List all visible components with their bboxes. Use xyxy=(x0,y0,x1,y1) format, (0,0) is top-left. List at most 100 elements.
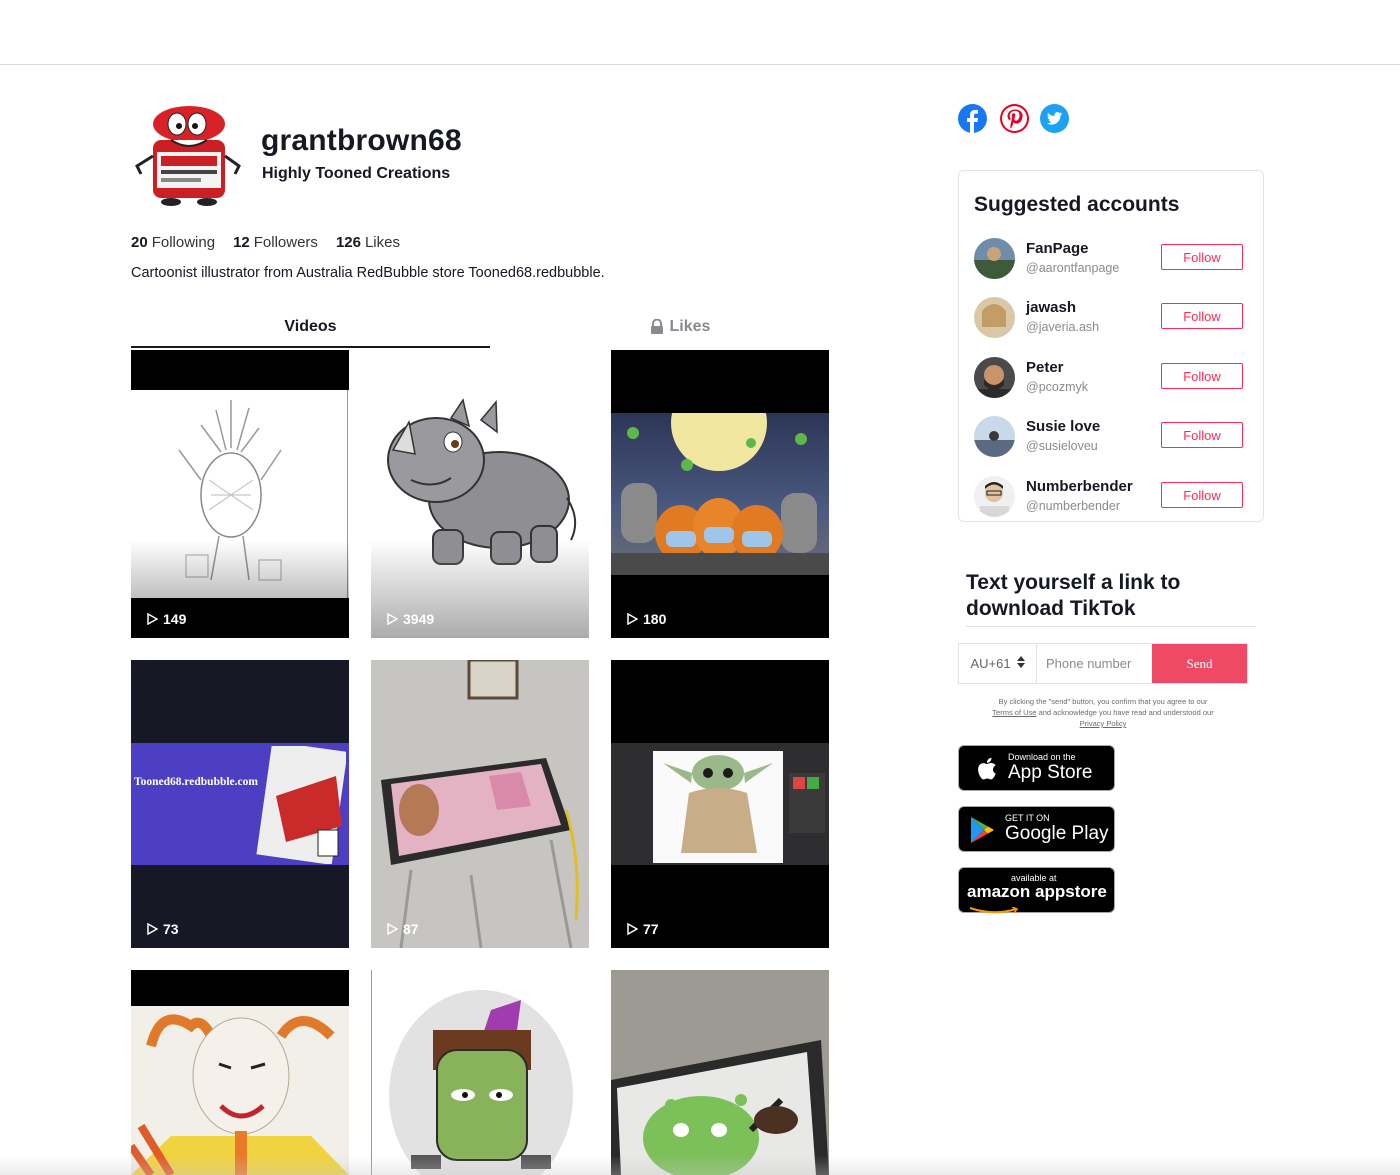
suggested-account[interactable]: Peter @pcozmyk Follow xyxy=(974,356,1250,400)
amazon-big-text: amazon appstore xyxy=(967,882,1107,901)
account-handle: @susieloveu xyxy=(1026,439,1098,453)
stat-likes-count: 126 xyxy=(335,234,361,251)
follow-button[interactable]: Follow xyxy=(1161,422,1243,448)
avatar[interactable] xyxy=(974,357,1015,398)
bottom-fade xyxy=(0,1155,1400,1175)
country-code-value: AU+61 xyxy=(970,656,1011,671)
play-icon xyxy=(627,923,638,935)
follow-button[interactable]: Follow xyxy=(1161,303,1243,329)
tab-videos[interactable]: Videos xyxy=(131,318,490,348)
video-tile[interactable]: 3949 xyxy=(371,350,589,638)
view-count: 180 xyxy=(643,611,667,627)
phone-number-input[interactable] xyxy=(1037,644,1152,683)
video-tile[interactable]: 149 xyxy=(131,350,349,638)
play-icon xyxy=(387,923,398,935)
amazon-smile-icon xyxy=(969,902,1019,920)
google-play-small-text: GET IT ON xyxy=(1005,813,1050,823)
video-view-count: 3949 xyxy=(386,611,434,627)
video-tile[interactable]: 87 xyxy=(371,660,589,948)
privacy-policy-link[interactable]: Privacy Policy xyxy=(1080,719,1127,728)
stat-following-label: Following xyxy=(151,234,216,251)
avatar[interactable] xyxy=(974,416,1015,457)
legal-text: By clicking the "send" button, you confi… xyxy=(958,696,1248,729)
account-name[interactable]: Susie love xyxy=(1026,418,1100,435)
send-button[interactable]: Send xyxy=(1152,644,1247,683)
follow-button[interactable]: Follow xyxy=(1161,244,1243,270)
suggested-account[interactable]: jawash @javeria.ash Follow xyxy=(974,296,1250,340)
pinterest-icon[interactable] xyxy=(1000,104,1029,133)
profile-avatar[interactable] xyxy=(131,100,246,208)
stat-followers-count: 12 xyxy=(233,234,250,251)
account-name[interactable]: Peter xyxy=(1026,359,1064,376)
phone-form: AU+61 Send xyxy=(958,643,1248,684)
avatar[interactable] xyxy=(974,238,1015,279)
legal-text-1: By clicking the "send" button, you confi… xyxy=(998,697,1208,706)
profile-username: grantbrown68 xyxy=(261,124,462,157)
profile-display-name: Highly Tooned Creations xyxy=(262,165,451,182)
stat-followers-label: Followers xyxy=(253,234,318,251)
view-count: 87 xyxy=(403,921,419,937)
google-play-big-text: Google Play xyxy=(1005,823,1109,844)
account-name[interactable]: Numberbender xyxy=(1026,478,1133,495)
legal-text-2: and acknowledge you have read and unders… xyxy=(1038,708,1214,717)
download-title: Text yourself a link to download TikTok xyxy=(966,570,1256,627)
view-count: 149 xyxy=(163,611,187,627)
video-tile[interactable]: Tooned68.redbubble.com 73 xyxy=(131,660,349,948)
video-tile[interactable]: 77 xyxy=(611,660,829,948)
follow-button[interactable]: Follow xyxy=(1161,482,1243,508)
google-play-badge[interactable]: GET IT ON Google Play xyxy=(958,806,1115,852)
stat-following-count: 20 xyxy=(131,234,148,251)
follow-button[interactable]: Follow xyxy=(1161,363,1243,389)
video-view-count: 77 xyxy=(626,921,659,937)
account-handle: @numberbender xyxy=(1026,499,1120,513)
video-view-count: 73 xyxy=(146,921,179,937)
app-store-badge[interactable]: Download on the App Store xyxy=(958,745,1115,791)
video-tile[interactable] xyxy=(131,970,349,1175)
suggested-accounts-title: Suggested accounts xyxy=(974,193,1180,216)
video-view-count: 180 xyxy=(626,611,666,627)
suggested-accounts-panel: Suggested accounts FanPage @aarontfanpag… xyxy=(958,170,1264,522)
play-icon xyxy=(387,613,398,625)
lock-icon xyxy=(650,318,664,334)
profile-stats: 20 Following 12 Followers 126 Likes xyxy=(131,234,400,251)
view-count: 73 xyxy=(163,921,179,937)
top-navigation-bar xyxy=(0,0,1400,65)
google-play-icon xyxy=(969,816,995,849)
avatar[interactable] xyxy=(974,297,1015,338)
view-count: 3949 xyxy=(403,611,435,627)
stat-likes-label: Likes xyxy=(364,234,400,251)
twitter-icon[interactable] xyxy=(1040,104,1069,133)
video-view-count: 87 xyxy=(386,921,419,937)
suggested-account[interactable]: Numberbender @numberbender Follow xyxy=(974,475,1250,519)
play-icon xyxy=(627,613,638,625)
video-tile[interactable] xyxy=(611,970,829,1175)
suggested-account[interactable]: Susie love @susieloveu Follow xyxy=(974,415,1250,459)
play-icon xyxy=(147,613,158,625)
avatar[interactable] xyxy=(974,476,1015,517)
suggested-account[interactable]: FanPage @aarontfanpage Follow xyxy=(974,237,1250,281)
sort-arrows-icon xyxy=(1016,656,1025,671)
stat-following: 20 Following xyxy=(131,234,215,251)
app-store-big-text: App Store xyxy=(1008,762,1093,783)
tab-videos-label: Videos xyxy=(284,318,337,335)
account-handle: @pcozmyk xyxy=(1026,380,1089,394)
apple-icon xyxy=(975,756,997,787)
stat-followers: 12 Followers xyxy=(233,234,318,251)
video-tile[interactable] xyxy=(371,970,589,1175)
account-handle: @javeria.ash xyxy=(1026,320,1100,334)
facebook-icon[interactable] xyxy=(958,104,987,133)
stat-likes: 126 Likes xyxy=(336,234,400,251)
play-icon xyxy=(147,923,158,935)
account-name[interactable]: FanPage xyxy=(1026,240,1089,257)
terms-of-use-link[interactable]: Terms of Use xyxy=(992,708,1036,717)
amazon-appstore-badge[interactable]: available at amazon appstore xyxy=(958,867,1115,914)
app-store-small-text: Download on the xyxy=(1008,752,1076,762)
video-view-count: 149 xyxy=(146,611,186,627)
profile-bio: Cartoonist illustrator from Australia Re… xyxy=(131,265,605,281)
video-tile[interactable]: 180 xyxy=(611,350,829,638)
tab-likes[interactable]: Likes xyxy=(490,318,870,348)
view-count: 77 xyxy=(643,921,659,937)
account-name[interactable]: jawash xyxy=(1026,299,1076,316)
country-code-select[interactable]: AU+61 xyxy=(959,644,1037,683)
account-handle: @aarontfanpage xyxy=(1026,261,1120,275)
